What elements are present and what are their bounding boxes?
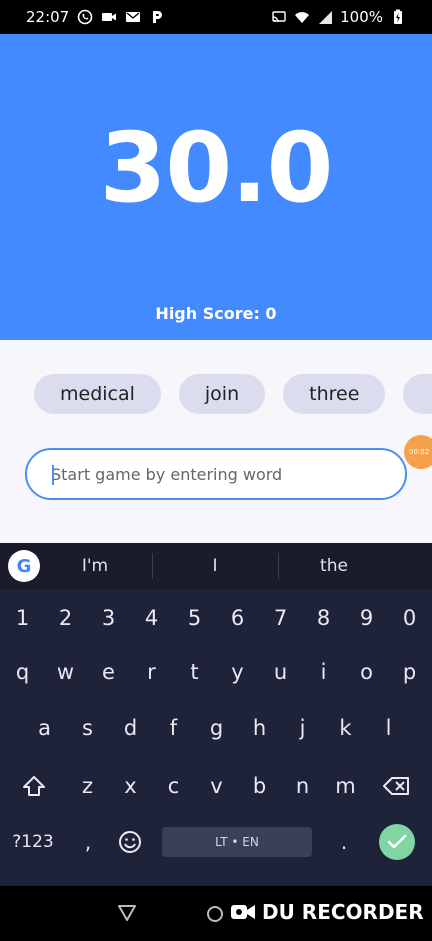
timer-header: 30.0 High Score: 0 xyxy=(0,34,432,340)
game-content: medical join three 00:02 xyxy=(0,340,432,543)
status-bar: 22:07 100% xyxy=(0,0,432,34)
emoji-key[interactable] xyxy=(110,819,150,865)
video-camera-icon xyxy=(102,13,117,21)
key[interactable]: j xyxy=(281,705,324,751)
backspace-key[interactable] xyxy=(375,763,419,809)
on-screen-keyboard: G I'm I the 1 2 3 4 5 6 7 8 9 0 q w e r … xyxy=(0,543,432,886)
signal-icon xyxy=(319,11,333,24)
key[interactable]: f xyxy=(152,705,195,751)
status-time: 22:07 xyxy=(26,8,70,26)
key[interactable]: 8 xyxy=(302,595,345,641)
key[interactable]: 3 xyxy=(87,595,130,641)
number-row: 1 2 3 4 5 6 7 8 9 0 xyxy=(0,595,432,641)
recorder-camera-icon xyxy=(231,905,255,919)
key[interactable]: h xyxy=(238,705,281,751)
key[interactable]: k xyxy=(324,705,367,751)
word-chip[interactable]: medical xyxy=(34,374,161,414)
suggestion[interactable]: the xyxy=(271,556,397,576)
timer-display: 30.0 xyxy=(99,112,334,224)
status-left: 22:07 xyxy=(26,8,165,26)
key[interactable]: 0 xyxy=(388,595,431,641)
p-app-icon xyxy=(153,11,163,23)
gmail-icon xyxy=(126,12,141,22)
word-input-field[interactable] xyxy=(25,448,407,500)
battery-text: 100% xyxy=(340,8,383,26)
word-chip-partial[interactable] xyxy=(403,374,432,414)
emoji-icon xyxy=(119,831,141,853)
battery-charging-icon xyxy=(394,9,402,24)
back-icon[interactable] xyxy=(117,904,137,922)
backspace-icon xyxy=(383,777,409,795)
high-score-label: High Score: 0 xyxy=(155,304,277,323)
cast-icon xyxy=(272,11,286,23)
letter-row-3: z x c v b n m xyxy=(0,763,432,809)
key[interactable]: t xyxy=(173,649,216,695)
key[interactable]: q xyxy=(1,649,44,695)
word-chips: medical join three xyxy=(34,374,432,414)
key[interactable]: y xyxy=(216,649,259,695)
suggestion[interactable]: I'm xyxy=(32,556,158,576)
text-caret xyxy=(52,465,54,485)
key[interactable]: n xyxy=(281,763,324,809)
letter-row-2: a s d f g h j k l xyxy=(0,705,432,751)
key[interactable]: d xyxy=(109,705,152,751)
checkmark-icon xyxy=(387,834,407,849)
suggestion[interactable]: I xyxy=(152,556,278,576)
key[interactable]: a xyxy=(23,705,66,751)
key[interactable]: l xyxy=(367,705,410,751)
wifi-icon xyxy=(295,12,310,23)
status-right: 100% xyxy=(271,8,406,26)
key[interactable]: 7 xyxy=(259,595,302,641)
suggestion-bar: G I'm I the xyxy=(0,543,432,589)
key[interactable]: g xyxy=(195,705,238,751)
period-key[interactable]: . xyxy=(324,819,364,865)
key[interactable]: i xyxy=(302,649,345,695)
key[interactable]: 5 xyxy=(173,595,216,641)
key[interactable]: x xyxy=(109,763,152,809)
key[interactable]: b xyxy=(238,763,281,809)
key[interactable]: 6 xyxy=(216,595,259,641)
word-input[interactable] xyxy=(51,464,405,484)
word-chip[interactable]: join xyxy=(178,374,266,414)
key[interactable]: z xyxy=(66,763,109,809)
word-chip[interactable]: three xyxy=(283,374,386,414)
key[interactable]: p xyxy=(388,649,431,695)
key[interactable]: r xyxy=(130,649,173,695)
letter-row-1: q w e r t y u i o p xyxy=(0,649,432,695)
navigation-bar: DU RECORDER xyxy=(0,886,432,941)
key[interactable]: u xyxy=(259,649,302,695)
key[interactable]: c xyxy=(152,763,195,809)
key[interactable]: m xyxy=(324,763,367,809)
shift-key[interactable] xyxy=(12,763,56,809)
comma-key[interactable]: , xyxy=(68,819,108,865)
key[interactable]: 4 xyxy=(130,595,173,641)
key[interactable]: 1 xyxy=(1,595,44,641)
key[interactable]: w xyxy=(44,649,87,695)
shift-icon xyxy=(23,776,45,796)
whatsapp-icon xyxy=(77,9,93,25)
enter-key[interactable] xyxy=(379,824,415,860)
home-icon[interactable] xyxy=(206,905,224,923)
key[interactable]: v xyxy=(195,763,238,809)
key[interactable]: 2 xyxy=(44,595,87,641)
key[interactable]: 9 xyxy=(345,595,388,641)
du-recorder-watermark: DU RECORDER xyxy=(230,900,424,924)
recorder-floating-bubble[interactable]: 00:02 xyxy=(404,435,432,469)
key[interactable]: o xyxy=(345,649,388,695)
symbols-key[interactable]: ?123 xyxy=(8,827,58,857)
recorder-label: DU RECORDER xyxy=(262,900,424,924)
key[interactable]: s xyxy=(66,705,109,751)
space-key[interactable]: LT • EN xyxy=(162,827,312,857)
key[interactable]: e xyxy=(87,649,130,695)
